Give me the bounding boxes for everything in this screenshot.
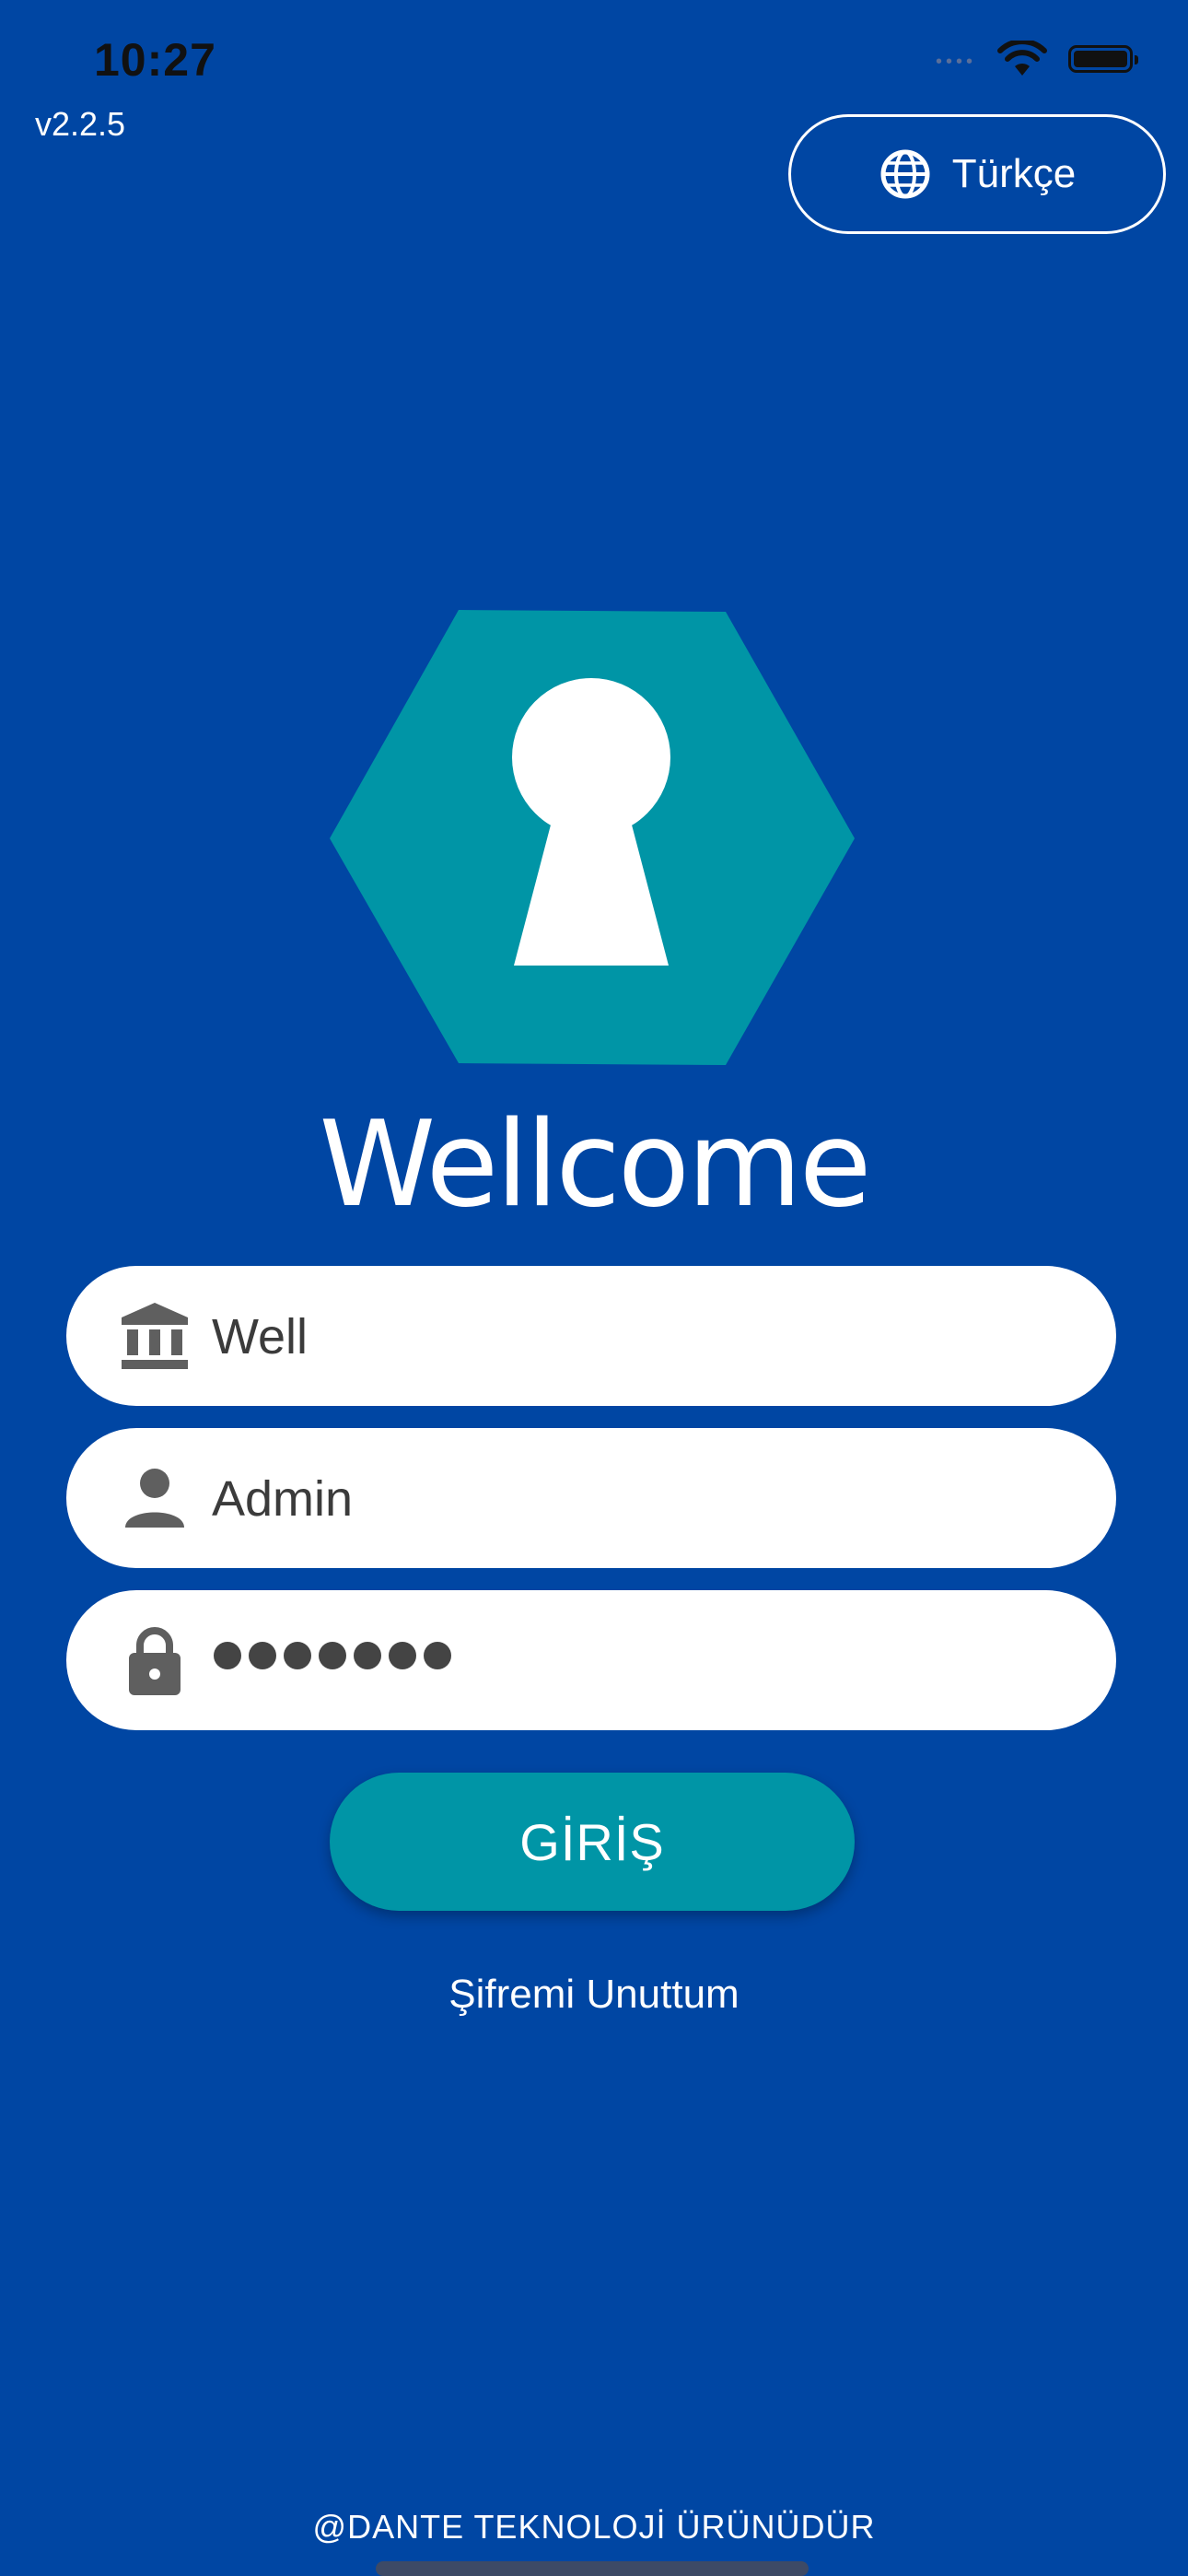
login-screen: 10:27 •••• v2.2.5 Türkçe Wellcome Well A… [0,0,1188,2576]
password-mask-dot [424,1642,451,1669]
app-version: v2.2.5 [35,105,126,143]
cellular-signal-icon: •••• [935,51,976,72]
welcome-title: Wellcome [319,1096,871,1234]
password-mask-dot [389,1642,416,1669]
lock-icon [129,1627,181,1695]
status-time: 10:27 [94,34,216,86]
globe-icon [880,149,930,199]
login-button-label: GİRİŞ [519,1812,665,1871]
forgot-password-link[interactable]: Şifremi Unuttum [0,1972,1188,2018]
person-icon [125,1469,184,1528]
company-field[interactable]: Well [66,1266,1116,1406]
username-field[interactable]: Admin [66,1428,1116,1568]
language-button[interactable]: Türkçe [788,114,1166,234]
battery-icon [1068,45,1138,73]
password-mask-dot [214,1642,241,1669]
password-mask-dot [249,1642,276,1669]
login-button[interactable]: GİRİŞ [330,1773,855,1911]
password-mask-dot [354,1642,381,1669]
status-indicators: •••• [935,41,1138,77]
company-value: Well [212,1309,309,1364]
home-indicator[interactable] [376,2561,809,2576]
footer-credit: @DANTE TEKNOLOJİ ÜRÜNÜDÜR [312,2508,876,2546]
wifi-icon [997,41,1047,76]
password-mask-dot [284,1642,311,1669]
keyhole-hexagon-logo [330,610,855,1065]
language-label: Türkçe [951,151,1077,196]
password-mask-dot [319,1642,346,1669]
institution-icon [122,1303,188,1369]
password-masked-value [214,1642,451,1669]
username-value: Admin [212,1471,354,1527]
password-field[interactable] [66,1590,1116,1730]
